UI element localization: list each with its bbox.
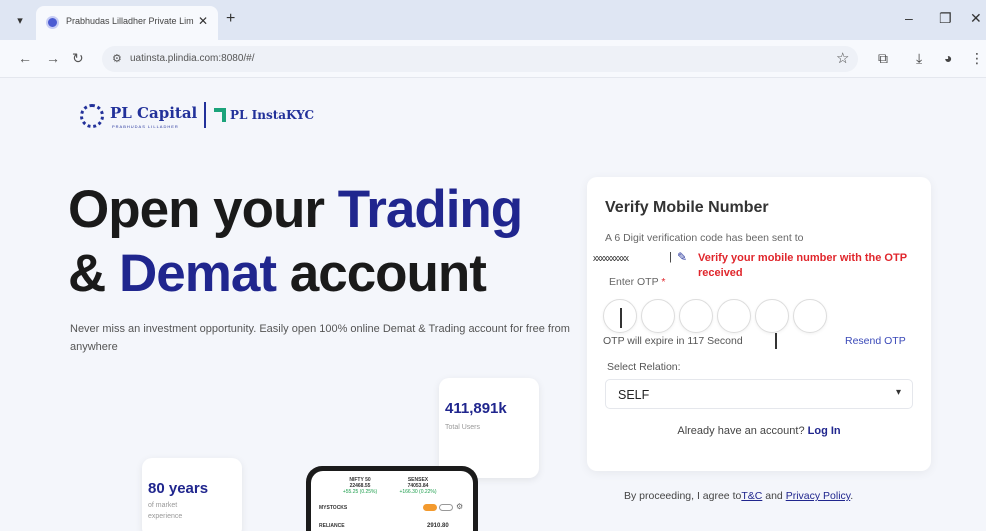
close-window-icon[interactable]: ✕ (970, 10, 982, 27)
instruction-annotation: Verify your mobile number with the OTP r… (698, 252, 907, 279)
nifty-change: +55.25 (0.25%) (342, 489, 378, 495)
browser-tab[interactable]: Prabhudas Lilladher Private Lim ✕ (36, 6, 218, 40)
reload-icon[interactable]: ↻ (72, 50, 84, 67)
pl-capital-logo-icon (80, 104, 104, 128)
otp-digit-input[interactable] (717, 299, 751, 333)
hero-text: Open your (68, 180, 338, 239)
browser-toolbar: ← → ↻ ⚙ uatinsta.plindia.com:8080/#/ ☆ ⧉… (0, 40, 986, 78)
chevron-down-icon: ▾ (896, 387, 902, 398)
otp-label-text: Enter OTP (609, 276, 659, 288)
login-link[interactable]: Log In (808, 425, 841, 437)
terms-and: and (762, 490, 786, 502)
toggle-icon (423, 504, 437, 511)
stock-name: RELIANCE (319, 523, 345, 529)
hero-text: account (276, 244, 487, 303)
otp-digit-input[interactable] (793, 299, 827, 333)
login-prompt: Already have an account? Log In (587, 425, 931, 437)
experience-label: of market experience (148, 502, 183, 520)
otp-timer: OTP will expire in 117 Second (603, 335, 743, 347)
sensex-index: SENSEX 74053.84 +166.30 (0.22%) (395, 477, 441, 495)
profile-icon[interactable]: ◕ (944, 50, 952, 66)
tab-title: Prabhudas Lilladher Private Lim (66, 16, 194, 26)
privacy-policy-link[interactable]: Privacy Policy (786, 490, 851, 502)
terms-prefix: By proceeding, I agree to (624, 490, 742, 502)
masked-mobile-number: xxxxxxxxxx (593, 253, 629, 263)
otp-digit-input[interactable] (679, 299, 713, 333)
hero-accent-demat: Demat (119, 244, 277, 303)
hero-heading: Open your Trading & Demat account (68, 178, 588, 306)
browser-tab-bar: ▾ Prabhudas Lilladher Private Lim ✕ + – … (0, 0, 986, 40)
nifty-index: NIFTY 50 22468.55 +55.25 (0.25%) (337, 477, 383, 495)
tab-search-icon[interactable]: ▾ (10, 11, 30, 31)
extensions-icon[interactable]: ⧉ (878, 50, 888, 67)
text-caret (620, 308, 622, 328)
phone-screen: NIFTY 50 22468.55 +55.25 (0.25%) SENSEX … (311, 471, 473, 531)
otp-digit-input[interactable] (603, 299, 637, 333)
chip-icon (439, 504, 453, 511)
total-users-card: 411,891k Total Users (439, 378, 539, 478)
favicon-icon (46, 16, 59, 29)
back-icon[interactable]: ← (18, 50, 32, 66)
close-tab-icon[interactable]: ✕ (198, 14, 208, 28)
minimize-icon[interactable]: – (905, 10, 913, 26)
forward-icon[interactable]: → (46, 50, 60, 66)
phone-mockup: NIFTY 50 22468.55 +55.25 (0.25%) SENSEX … (306, 466, 478, 531)
sensex-change: +166.30 (0.22%) (399, 489, 437, 495)
cursor-marker (775, 333, 777, 349)
experience-value: 80 years (148, 480, 209, 497)
resend-otp-link[interactable]: Resend OTP (845, 335, 906, 347)
brand-name: PL Capital (110, 104, 198, 122)
terms-consent: By proceeding, I agree toT&C and Privacy… (624, 490, 853, 502)
otp-digit-input[interactable] (641, 299, 675, 333)
total-users-label: Total Users (445, 424, 481, 431)
verify-mobile-form: Verify Mobile Number A 6 Digit verificat… (587, 177, 931, 471)
url-text[interactable]: uatinsta.plindia.com:8080/#/ (130, 53, 255, 64)
hero-text: & (68, 244, 119, 303)
edit-pencil-icon[interactable]: ✎ (677, 250, 687, 264)
tc-link[interactable]: T&C (741, 490, 762, 502)
site-info-icon[interactable]: ⚙ (112, 52, 122, 65)
mobile-separator: | (669, 251, 672, 263)
page-content: PL Capital PRABHUDAS LILLADHER PL InstaK… (0, 78, 986, 531)
instakyc-logo-icon (214, 108, 226, 122)
logo-divider (204, 102, 206, 128)
brand-subtitle: PRABHUDAS LILLADHER (112, 124, 179, 129)
relation-value: SELF (618, 388, 650, 402)
maximize-icon[interactable]: ❐ (939, 10, 952, 27)
experience-card: 80 years of market experience (142, 458, 242, 531)
otp-label: Enter OTP * (609, 276, 665, 288)
settings-icon: ⚙ (456, 502, 464, 511)
hero-accent-trading: Trading (337, 180, 523, 239)
bookmark-star-icon[interactable]: ☆ (836, 49, 849, 67)
form-description: A 6 Digit verification code has been sen… (605, 232, 804, 244)
otp-digit-input[interactable] (755, 299, 789, 333)
hero-subtitle: Never miss an investment opportunity. Ea… (70, 323, 570, 353)
stock-value: 2910.80 (427, 523, 449, 529)
menu-kebab-icon[interactable]: ⋮ (970, 50, 984, 67)
watchlist-title: MYSTOCKS (319, 505, 348, 511)
required-marker: * (661, 276, 666, 288)
product-name: PL InstaKYC (230, 108, 315, 122)
form-title: Verify Mobile Number (605, 199, 769, 216)
download-icon[interactable]: ⤓ (916, 50, 922, 67)
relation-label: Select Relation: (607, 361, 681, 373)
address-bar[interactable]: ⚙ uatinsta.plindia.com:8080/#/ ☆ (102, 46, 858, 72)
login-prompt-text: Already have an account? (677, 425, 805, 437)
new-tab-icon[interactable]: + (226, 10, 235, 28)
total-users-value: 411,891k (445, 400, 507, 417)
terms-period: . (850, 490, 854, 502)
relation-select[interactable]: SELF ▾ (605, 379, 913, 409)
